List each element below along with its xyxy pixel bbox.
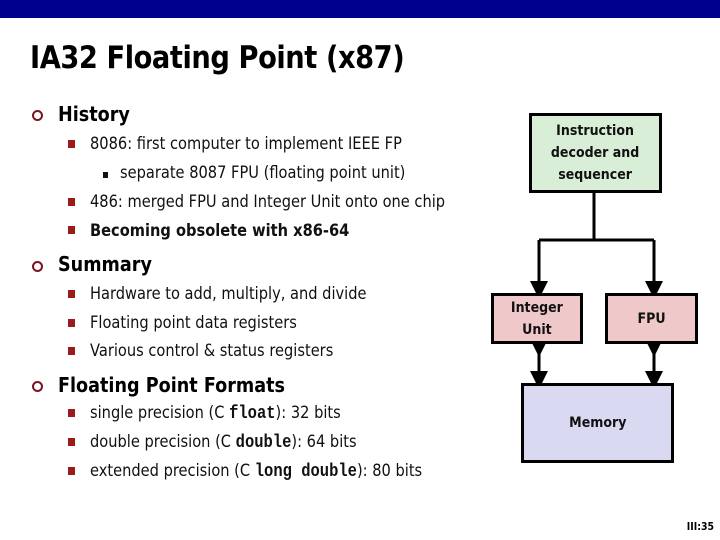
box-label: Memory [568, 415, 627, 431]
page-number: III:35 [686, 520, 714, 533]
box-label: Instruction [556, 123, 635, 139]
box-label: decoder and [551, 145, 640, 161]
box-label: Unit [522, 321, 552, 338]
integer-unit-box: Integer Unit [491, 293, 583, 344]
fpu-box: FPU [605, 293, 698, 344]
box-label: FPU [637, 310, 666, 327]
memory-box: Memory [521, 383, 674, 463]
box-label: sequencer [558, 167, 633, 183]
instruction-decoder-box: Instruction decoder and sequencer [529, 113, 662, 193]
box-label: Integer [510, 299, 564, 316]
